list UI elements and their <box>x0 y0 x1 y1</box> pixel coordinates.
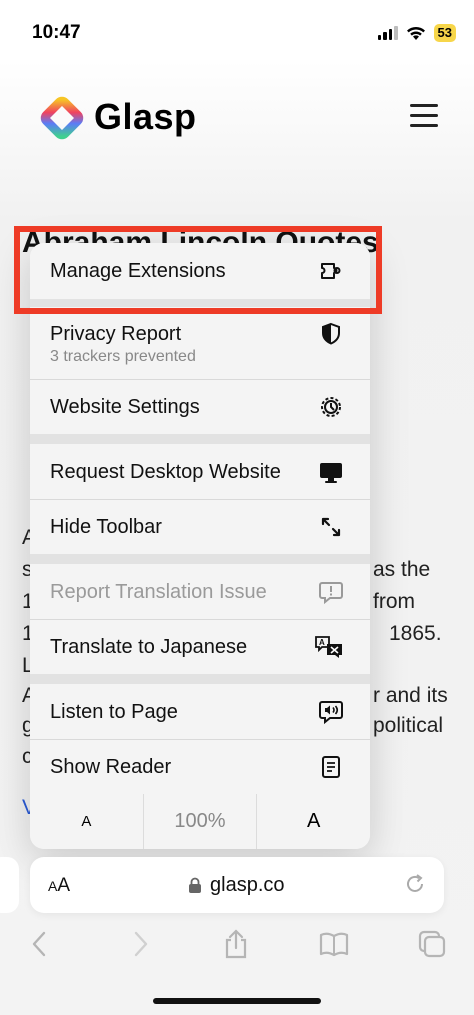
resize-arrows-icon <box>321 517 341 537</box>
previous-tab-preview[interactable] <box>0 857 19 913</box>
forward-icon[interactable] <box>124 928 156 960</box>
body-fragment: political <box>373 714 444 737</box>
menu-item-report-translation: Report Translation Issue <box>30 564 370 619</box>
zoom-in-button[interactable]: A <box>257 794 370 849</box>
menu-item-label: Report Translation Issue <box>50 581 267 603</box>
address-bar[interactable]: AA glasp.co <box>30 857 444 913</box>
share-icon[interactable] <box>220 928 252 960</box>
desktop-icon <box>320 463 342 483</box>
menu-item-request-desktop[interactable]: Request Desktop Website <box>30 444 370 499</box>
glasp-logo <box>40 96 84 140</box>
zoom-out-button[interactable]: A <box>30 794 144 849</box>
status-time: 10:47 <box>32 22 81 43</box>
menu-icon[interactable] <box>410 104 438 128</box>
menu-item-translate[interactable]: Translate to Japanese A <box>30 620 370 674</box>
wifi-icon <box>406 26 426 41</box>
menu-item-label: Show Reader <box>50 756 172 778</box>
gear-icon <box>321 397 341 417</box>
zoom-controls: A 100% A <box>30 794 370 849</box>
shield-icon <box>322 322 340 345</box>
svg-text:A: A <box>319 638 325 647</box>
menu-item-listen[interactable]: Listen to Page <box>30 684 370 739</box>
menu-item-show-reader[interactable]: Show Reader <box>30 740 370 794</box>
menu-item-label: Listen to Page <box>50 701 178 723</box>
body-fragment: 1865. <box>389 622 442 645</box>
zoom-out-label: A <box>81 813 92 830</box>
url-text: glasp.co <box>210 874 285 896</box>
translate-icon: A <box>315 636 342 658</box>
aa-big: A <box>57 875 71 896</box>
aa-small: A <box>48 878 58 894</box>
lock-icon <box>189 877 201 893</box>
zoom-level[interactable]: 100% <box>144 794 258 849</box>
body-fragment: r and its <box>373 684 448 707</box>
battery-icon: 53 <box>433 24 456 42</box>
site-brand[interactable]: Glasp <box>94 96 197 138</box>
menu-group-separator <box>30 434 370 444</box>
menu-group-separator <box>30 674 370 684</box>
body-fragment: from <box>373 590 415 613</box>
tabs-icon[interactable] <box>416 928 448 960</box>
body-fragment: as the <box>373 558 431 581</box>
status-icons: 53 <box>377 24 456 42</box>
zoom-in-label: A <box>307 810 321 832</box>
page-menu: Manage Extensions Privacy Report 3 track… <box>30 243 370 849</box>
menu-item-label: Request Desktop Website <box>50 461 281 483</box>
url-display[interactable]: glasp.co <box>188 874 285 897</box>
report-bubble-icon <box>319 582 343 605</box>
menu-group-separator <box>30 554 370 564</box>
signal-icon <box>377 26 398 40</box>
home-indicator <box>153 998 321 1004</box>
menu-item-label: Privacy Report <box>50 323 182 345</box>
menu-item-label: Hide Toolbar <box>50 516 162 538</box>
menu-item-label: Translate to Japanese <box>50 636 248 658</box>
menu-item-website-settings[interactable]: Website Settings <box>30 380 370 434</box>
bookmarks-icon[interactable] <box>318 928 350 960</box>
reload-icon[interactable] <box>404 873 426 895</box>
menu-item-privacy-report[interactable]: Privacy Report 3 trackers prevented <box>30 307 370 379</box>
menu-item-label: Website Settings <box>50 396 200 418</box>
page-settings-button[interactable]: AA <box>48 875 70 897</box>
speaker-bubble-icon <box>319 701 343 725</box>
zoom-level-label: 100% <box>174 810 226 832</box>
menu-item-sublabel: 3 trackers prevented <box>50 348 196 365</box>
reader-icon <box>322 756 340 778</box>
back-icon[interactable] <box>24 928 56 960</box>
highlight-box <box>14 226 382 314</box>
menu-item-hide-toolbar[interactable]: Hide Toolbar <box>30 500 370 554</box>
